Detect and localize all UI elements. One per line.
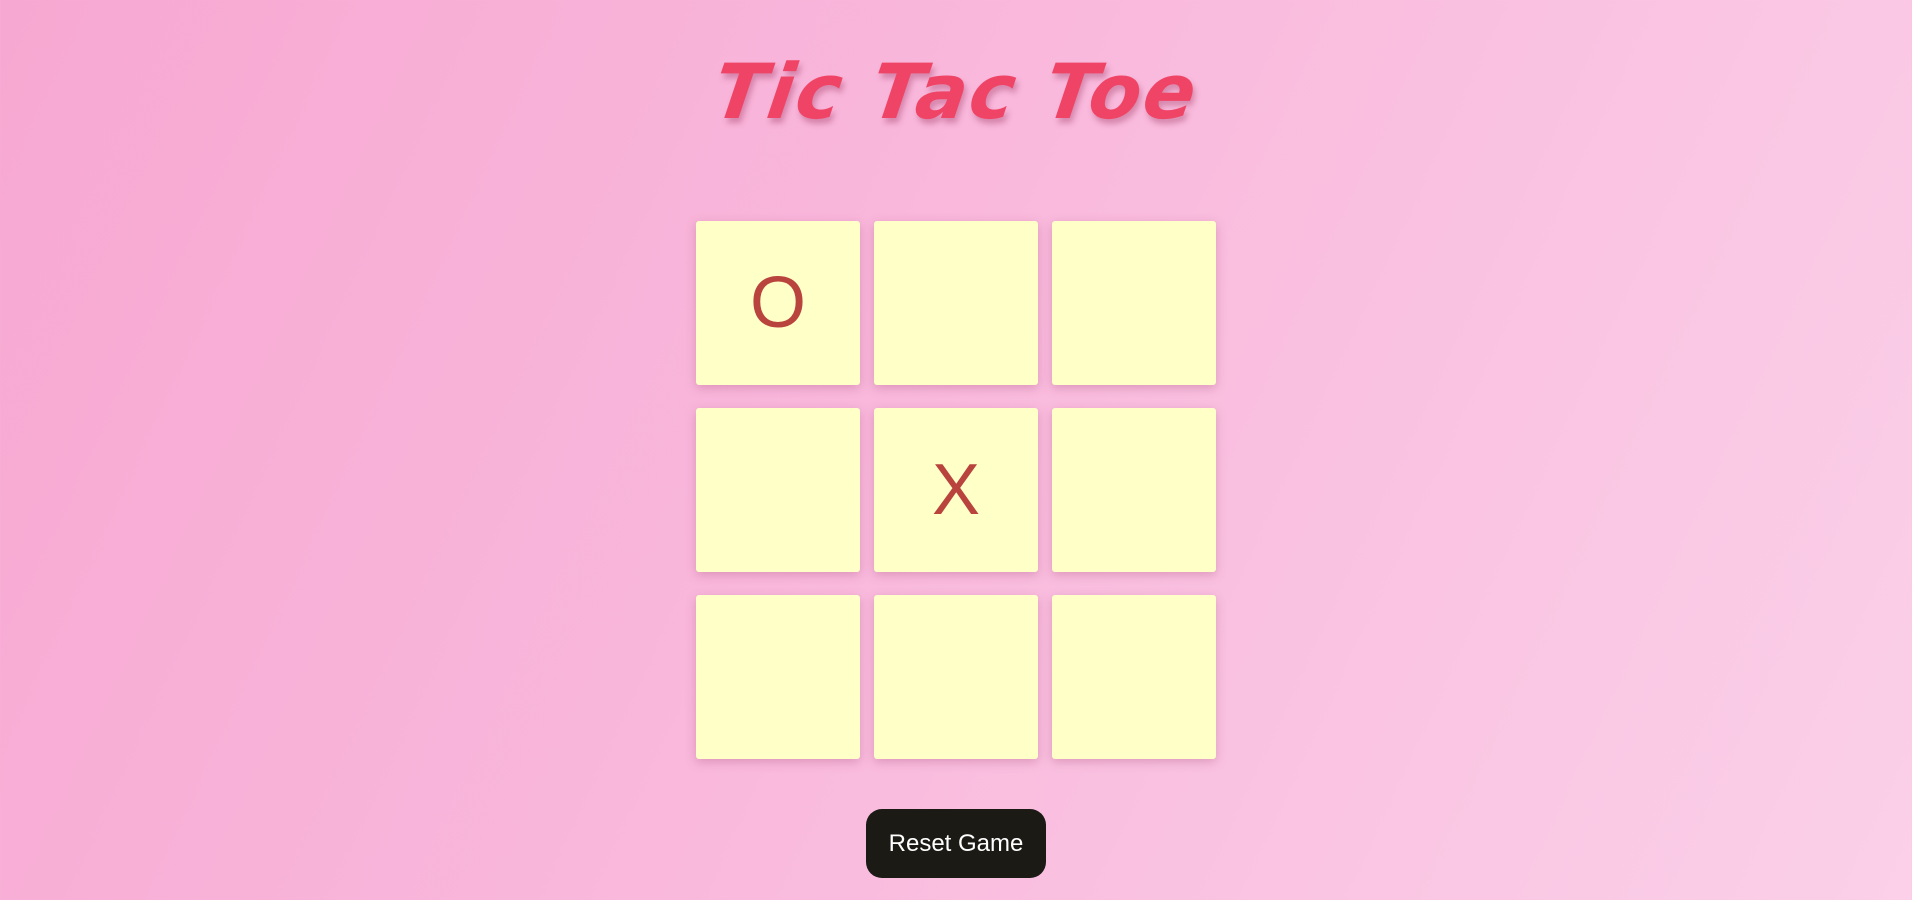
board-cell-5[interactable]: X [874,408,1038,572]
game-board: O X [696,221,1216,759]
board-cell-3[interactable] [1052,221,1216,385]
board-cell-1[interactable]: O [696,221,860,385]
board-cell-4[interactable] [696,408,860,572]
board-cell-9[interactable] [1052,595,1216,759]
reset-game-button[interactable]: Reset Game [866,809,1046,878]
board-cell-2[interactable] [874,221,1038,385]
board-cell-8[interactable] [874,595,1038,759]
board-cell-6[interactable] [1052,408,1216,572]
cell-mark: X [931,450,981,530]
game-title: Tic Tac Toe [708,47,1204,136]
cell-mark: O [749,263,806,343]
board-cell-7[interactable] [696,595,860,759]
